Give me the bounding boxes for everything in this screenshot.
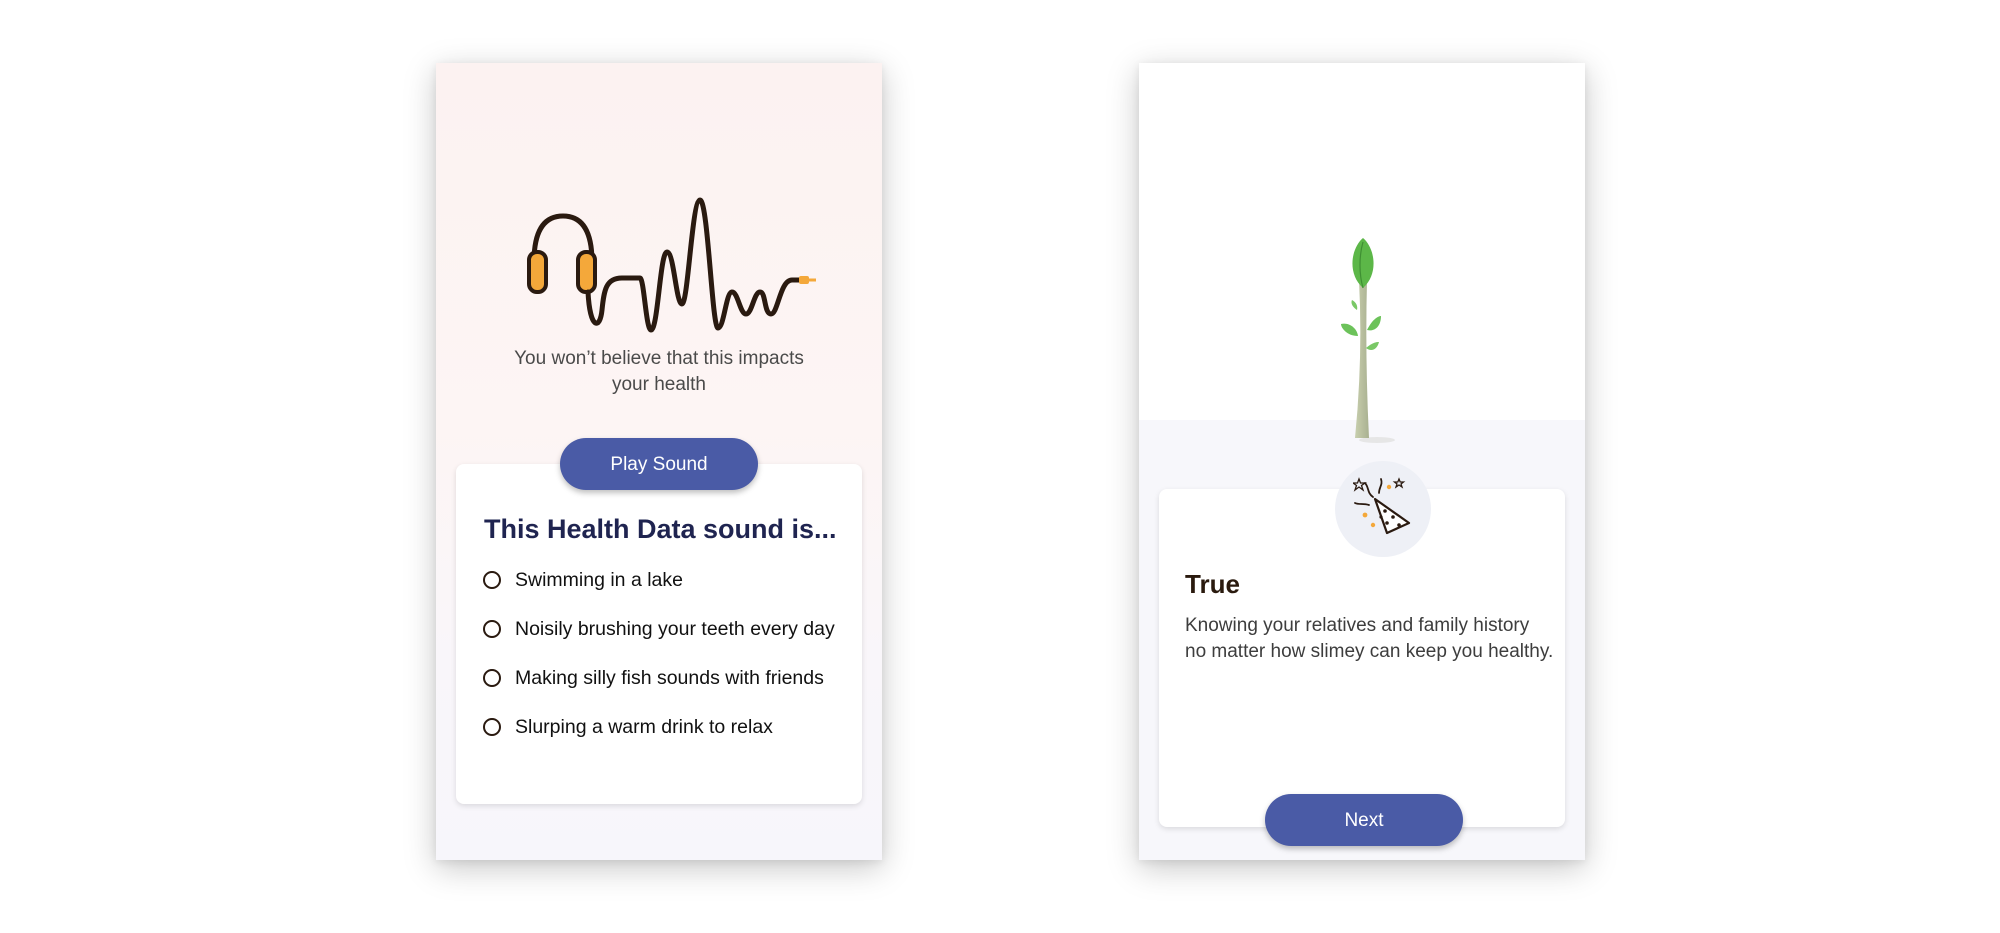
result-explanation: Knowing your relatives and family histor… (1185, 615, 1554, 662)
radio-icon[interactable] (483, 669, 501, 687)
answer-option-3[interactable]: Making silly fish sounds with friends (483, 664, 824, 692)
result-card: True Knowing your relatives and family h… (1159, 461, 1565, 827)
party-popper-icon (1353, 477, 1411, 535)
next-button[interactable]: Next (1265, 794, 1463, 846)
radio-icon[interactable] (483, 718, 501, 736)
answer-option-label: Slurping a warm drink to relax (515, 715, 773, 738)
answer-option-label: Making silly fish sounds with friends (515, 666, 824, 689)
result-screen: True Knowing your relatives and family h… (1139, 63, 1585, 860)
app-stage: You won’t believe that this impacts your… (0, 0, 2000, 933)
result-heading: True (1185, 569, 1240, 599)
intro-subtitle: You won’t believe that this impacts your… (514, 348, 804, 395)
answer-option-label: Swimming in a lake (515, 568, 683, 591)
question-heading: This Health Data sound is... (484, 514, 837, 544)
headphones-soundwave-icon (527, 197, 816, 333)
answer-option-4[interactable]: Slurping a warm drink to relax (483, 713, 773, 741)
answer-option-1[interactable]: Swimming in a lake (483, 566, 683, 594)
party-badge (1335, 461, 1431, 557)
sprout-tree-icon (1341, 238, 1395, 443)
radio-icon[interactable] (483, 620, 501, 638)
answer-option-2[interactable]: Noisily brushing your teeth every day (483, 615, 835, 643)
radio-icon[interactable] (483, 571, 501, 589)
answer-option-label: Noisily brushing your teeth every day (515, 617, 835, 640)
play-sound-button[interactable]: Play Sound (560, 438, 758, 490)
question-card: This Health Data sound is... Swimming in… (456, 464, 862, 804)
quiz-screen: You won’t believe that this impacts your… (436, 63, 882, 860)
